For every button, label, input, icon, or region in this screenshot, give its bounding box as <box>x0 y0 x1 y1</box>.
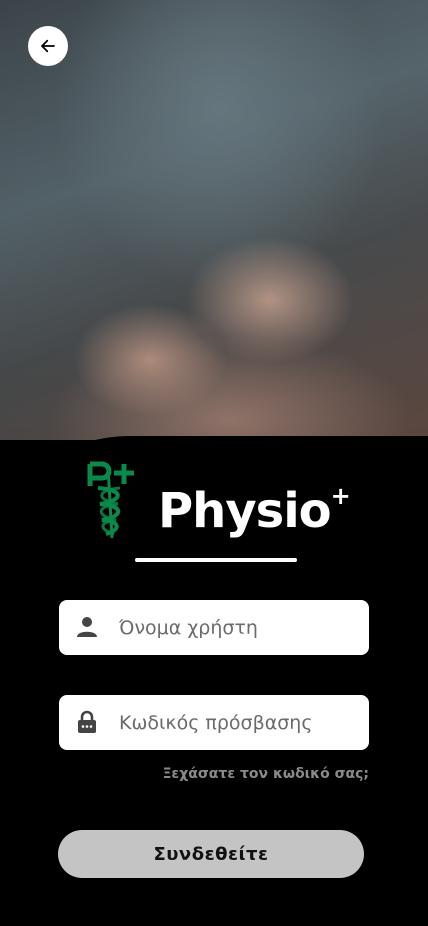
brand-logo: Physio+ <box>84 460 351 540</box>
caduceus-logo-icon <box>87 461 134 539</box>
forgot-password-link[interactable]: Ξεχάσατε τον κωδικό σας; <box>163 766 369 782</box>
login-button[interactable]: Συνδεθείτε <box>58 830 364 878</box>
brand-superscript: + <box>330 482 351 510</box>
brand-name: Physio+ <box>158 482 351 539</box>
login-screen: Physio+ Ξεχάσατε τον κωδικό σας; Συνδεθε… <box>0 0 428 926</box>
back-button[interactable] <box>28 26 68 66</box>
user-icon <box>77 617 97 637</box>
hero-photo <box>0 0 428 470</box>
password-field[interactable] <box>59 695 369 750</box>
hero-shade <box>0 0 428 470</box>
lock-icon <box>78 710 96 733</box>
password-input[interactable] <box>119 695 359 750</box>
username-input[interactable] <box>119 600 359 655</box>
logo-divider <box>135 558 297 562</box>
arrow-left-icon <box>41 39 55 53</box>
username-field[interactable] <box>59 600 369 655</box>
